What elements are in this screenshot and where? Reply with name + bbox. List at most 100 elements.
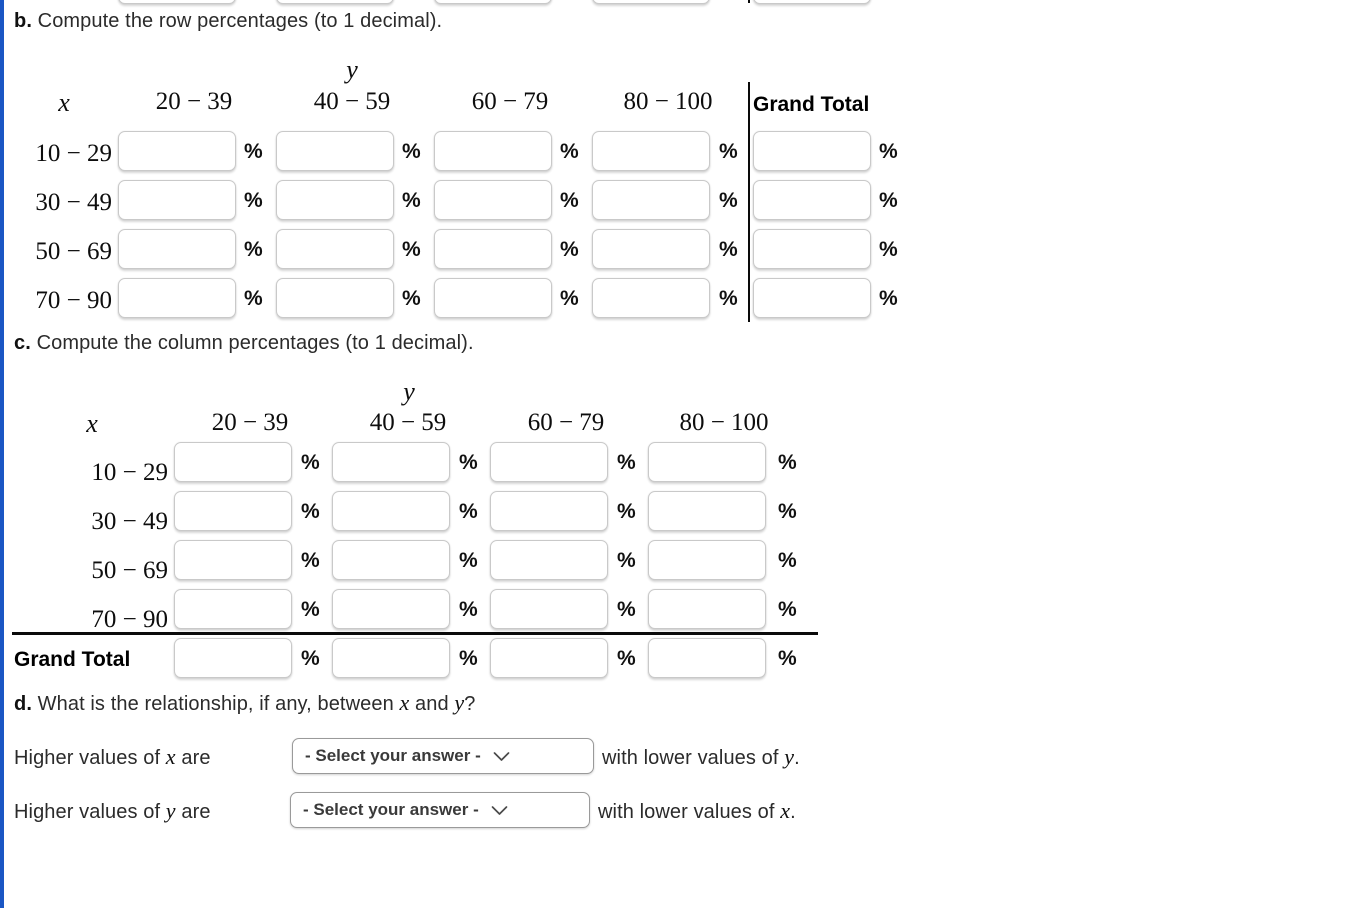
b-cell-1-1[interactable] (276, 180, 394, 220)
b-cell-0-1[interactable] (276, 131, 394, 171)
part-d-var-y: y (454, 690, 465, 715)
c-row-header-1: 30 − 49 (91, 508, 168, 535)
b-cell-1-0[interactable] (118, 180, 236, 220)
table-cell-input[interactable] (753, 0, 871, 4)
b-percent-1-0: % (244, 189, 263, 212)
table-cell-input[interactable] (592, 0, 710, 4)
c-cell-1-2[interactable] (490, 491, 608, 531)
statement-2-lead-var: y (165, 798, 176, 823)
c-percent-2-3: % (778, 549, 797, 572)
statement-2-lead-text: Higher values of (14, 801, 161, 823)
b-cell-3-3[interactable] (592, 278, 710, 318)
b-row-header-2: 50 − 69 (35, 238, 112, 265)
b-cell-3-total[interactable] (753, 278, 871, 318)
b-grand-total-header: Grand Total (753, 93, 870, 116)
b-column-header-3: 80 − 100 (623, 88, 713, 115)
c-cell-total-3[interactable] (648, 638, 766, 678)
c-percent-3-2: % (617, 598, 636, 621)
part-c-letter: c. (14, 332, 31, 354)
c-cell-3-0[interactable] (174, 589, 292, 629)
b-cell-3-0[interactable] (118, 278, 236, 318)
c-cell-1-3[interactable] (648, 491, 766, 531)
c-cell-1-1[interactable] (332, 491, 450, 531)
b-cell-0-total[interactable] (753, 131, 871, 171)
statement-2-tail-var: x (780, 798, 791, 823)
b-row-group-label: x (58, 88, 70, 117)
b-cell-2-3[interactable] (592, 229, 710, 269)
b-cell-2-1[interactable] (276, 229, 394, 269)
c-cell-1-0[interactable] (174, 491, 292, 531)
b-cell-2-2[interactable] (434, 229, 552, 269)
c-cell-3-2[interactable] (490, 589, 608, 629)
b-cell-1-total[interactable] (753, 180, 871, 220)
c-cell-2-2[interactable] (490, 540, 608, 580)
b-cell-2-0[interactable] (118, 229, 236, 269)
b-row-header-3: 70 − 90 (35, 287, 112, 314)
b-percent-0-3: % (719, 140, 738, 163)
c-percent-0-0: % (301, 451, 320, 474)
c-col-group-label: y (403, 377, 415, 406)
b-column-header-1: 40 − 59 (313, 88, 391, 115)
statement-1-lead-text: Higher values of (14, 747, 161, 769)
table-cell-input[interactable] (434, 0, 552, 4)
worksheet-page: b. Compute the row percentages (to 1 dec… (0, 0, 1368, 908)
b-column-header-0: 20 − 39 (155, 88, 233, 115)
b-cell-0-2[interactable] (434, 131, 552, 171)
part-d-and: and (415, 693, 449, 715)
c-cell-0-2[interactable] (490, 442, 608, 482)
table-cell-input[interactable] (118, 0, 236, 4)
c-percent-total-1: % (459, 647, 478, 670)
statement-1-lead-tail: are (181, 747, 211, 769)
c-percent-3-1: % (459, 598, 478, 621)
b-cell-0-0[interactable] (118, 131, 236, 171)
b-cell-3-2[interactable] (434, 278, 552, 318)
c-cell-2-1[interactable] (332, 540, 450, 580)
part-b-letter: b. (14, 10, 32, 32)
select-relationship-x-value: - Select your answer - (305, 746, 481, 765)
part-b-text: Compute the row percentages (to 1 decima… (37, 10, 443, 32)
c-cell-total-1[interactable] (332, 638, 450, 678)
select-relationship-y[interactable]: - Select your answer - (290, 792, 590, 828)
b-cell-2-total[interactable] (753, 229, 871, 269)
b-cell-1-2[interactable] (434, 180, 552, 220)
c-column-header-2: 60 − 79 (527, 409, 605, 436)
b-percent-3-3: % (719, 287, 738, 310)
b-cell-3-1[interactable] (276, 278, 394, 318)
c-column-header-3: 80 − 100 (679, 409, 769, 436)
c-cell-2-3[interactable] (648, 540, 766, 580)
statement-1-tail: with lower values of y. (602, 744, 800, 770)
c-cell-3-1[interactable] (332, 589, 450, 629)
b-percent-0-2: % (560, 140, 579, 163)
c-row-header-0: 10 − 29 (91, 459, 168, 486)
b-percent-2-0: % (244, 238, 263, 261)
c-cell-total-2[interactable] (490, 638, 608, 678)
b-percent-2-total: % (879, 238, 898, 261)
part-b-prompt: b. Compute the row percentages (to 1 dec… (14, 10, 442, 33)
c-percent-3-0: % (301, 598, 320, 621)
b-percent-3-1: % (402, 287, 421, 310)
b-percent-2-2: % (560, 238, 579, 261)
c-cell-0-3[interactable] (648, 442, 766, 482)
c-percent-2-2: % (617, 549, 636, 572)
b-percent-2-1: % (402, 238, 421, 261)
b-percent-1-1: % (402, 189, 421, 212)
c-percent-total-3: % (778, 647, 797, 670)
c-cell-3-3[interactable] (648, 589, 766, 629)
c-cell-0-1[interactable] (332, 442, 450, 482)
c-grand-total-rule (12, 632, 818, 635)
statement-2-lead: Higher values of y are (14, 798, 211, 824)
table-cell-input[interactable] (276, 0, 394, 4)
select-relationship-x[interactable]: - Select your answer - (292, 738, 594, 774)
statement-2-tail-end: . (790, 801, 796, 823)
c-cell-total-0[interactable] (174, 638, 292, 678)
c-cell-2-0[interactable] (174, 540, 292, 580)
statement-1-lead-var: x (165, 744, 176, 769)
c-percent-1-2: % (617, 500, 636, 523)
c-cell-0-0[interactable] (174, 442, 292, 482)
b-column-header-2: 60 − 79 (471, 88, 549, 115)
c-percent-2-0: % (301, 549, 320, 572)
b-cell-1-3[interactable] (592, 180, 710, 220)
c-percent-0-3: % (778, 451, 797, 474)
c-percent-2-1: % (459, 549, 478, 572)
b-cell-0-3[interactable] (592, 131, 710, 171)
